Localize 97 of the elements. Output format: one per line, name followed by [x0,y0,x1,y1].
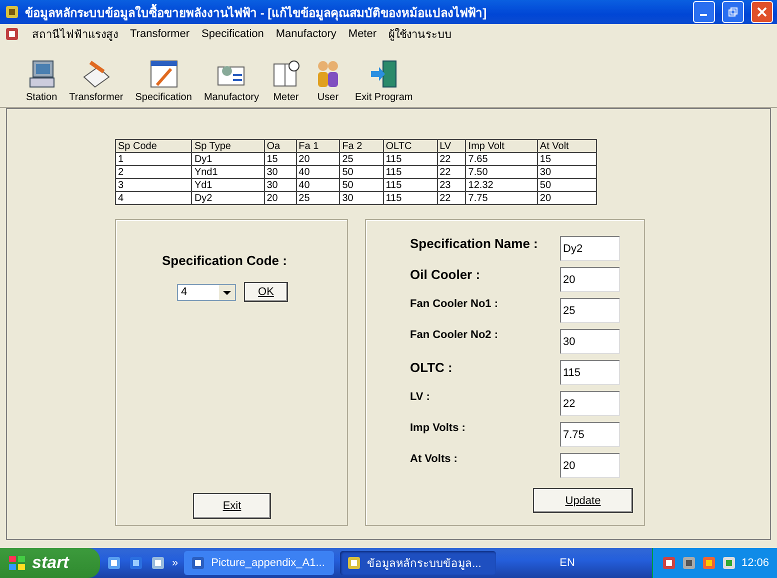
table-cell: Yd1 [192,178,264,192]
field-label: At Volts : [410,453,458,465]
table-cell: 12.32 [466,178,538,192]
column-header: Oa [264,140,296,152]
table-cell: 115 [383,152,438,166]
start-button[interactable]: start [0,548,100,578]
input-field[interactable]: Dy2 [560,236,620,261]
table-cell: Dy2 [192,192,264,204]
table-cell: 115 [383,166,438,178]
table-cell: 20 [296,152,340,166]
field-label: Imp Volts : [410,422,466,434]
input-field[interactable]: 30 [560,329,620,354]
pencil-paper-icon [81,59,112,89]
table-cell: 115 [383,192,438,204]
column-header: At Volt [537,140,596,152]
table-cell: 115 [383,178,438,192]
table-cell: 50 [537,178,596,192]
exit-door-icon [368,59,399,89]
table-cell: 7.50 [466,166,538,178]
code-dropdown[interactable]: 4 [177,284,236,300]
restore-button[interactable] [722,1,744,23]
column-header: Imp Volt [466,140,538,152]
field-label: Oil Cooler : [410,267,482,282]
input-field[interactable]: 20 [560,267,620,292]
toolbar-button[interactable]: Transformer [63,59,130,103]
table-cell: 50 [340,178,384,192]
table-cell: 15 [264,152,296,166]
input-field[interactable]: 20 [560,453,620,478]
menu-item[interactable]: Manufactory [276,28,336,40]
close-button[interactable] [751,1,773,23]
table-cell: 15 [537,152,596,166]
book-clock-icon [270,59,301,89]
table-cell: 40 [296,178,340,192]
table-cell: 30 [537,166,596,178]
toolbar-button[interactable]: Station [20,59,64,103]
table-cell: 22 [437,166,466,178]
menu-item[interactable]: สถานีไฟฟ้าแรงสูง [32,24,118,42]
menu-item[interactable]: Specification [202,28,264,40]
toolbar-button[interactable]: Specification [129,59,198,103]
window-title: ข้อมูลหลักระบบข้อมูลใบซื้อขายพลังงานไฟฟ้า - [แก้ไขข้อมูลคุณสมบัติของหม้อแปลงไฟฟ้า] [25,2,488,22]
computer-icon [26,59,57,89]
update-button[interactable]: Update [533,488,633,513]
window-tools-icon [148,59,179,89]
field-label: Fan Cooler No1 : [410,298,500,310]
toolbar-button[interactable]: Meter [264,59,307,103]
table-cell: Ynd1 [192,166,264,178]
restore-icon [728,7,738,17]
column-header: Fa 2 [340,140,384,152]
field-label: Specification Name : [410,236,539,251]
table-cell: 4 [116,192,192,204]
clock: 12:06 [741,557,769,569]
input-field[interactable]: 25 [560,298,620,323]
menu-item[interactable]: Meter [348,28,377,40]
exit-button[interactable]: Exit [193,493,271,519]
table-cell: 20 [537,192,596,204]
menu-item[interactable]: Transformer [130,28,190,40]
code-label: Specification Code : [162,253,288,268]
table-cell: 7.65 [466,152,538,166]
table-cell: 22 [437,152,466,166]
table-cell: 30 [264,166,296,178]
table-cell: 40 [296,166,340,178]
table-cell: 22 [437,192,466,204]
more-chevron[interactable]: » [172,557,178,569]
input-field[interactable]: 22 [560,391,620,416]
column-header: Sp Type [192,140,264,152]
field-label: LV : [410,391,431,403]
column-header: LV [437,140,466,152]
ok-button[interactable]: OK [244,282,288,302]
taskbar-task[interactable]: ข้อมูลหลักระบบข้อมูล... [340,551,496,575]
table-cell: 25 [296,192,340,204]
taskbar-task[interactable]: Picture_appendix_A1... [184,551,334,575]
table-cell: 7.75 [466,192,538,204]
table-cell: Dy1 [192,152,264,166]
table-cell: 3 [116,178,192,192]
toolbar-button[interactable]: User [306,59,349,103]
language-indicator[interactable]: EN [560,557,589,569]
table-cell: 23 [437,178,466,192]
table-cell: 2 [116,166,192,178]
field-label: Fan Cooler No2 : [410,329,500,341]
table-cell: 30 [340,192,384,204]
field-label: OLTC : [410,360,454,375]
table-cell: 25 [340,152,384,166]
input-field[interactable]: 115 [560,360,620,385]
menu-item[interactable]: ผู้ใช้งานระบบ [388,24,452,42]
input-field[interactable]: 7.75 [560,422,620,447]
flag-icon [8,555,26,571]
column-header: OLTC [383,140,438,152]
minimize-button[interactable] [693,1,715,23]
close-icon [757,7,767,17]
table-cell: 20 [264,192,296,204]
toolbar-button[interactable]: Exit Program [348,59,419,103]
table-cell: 30 [264,178,296,192]
table-cell: 50 [340,166,384,178]
column-header: Fa 1 [296,140,340,152]
table-cell: 1 [116,152,192,166]
toolbar-button[interactable]: Manufactory [198,59,265,103]
column-header: Sp Code [116,140,192,152]
